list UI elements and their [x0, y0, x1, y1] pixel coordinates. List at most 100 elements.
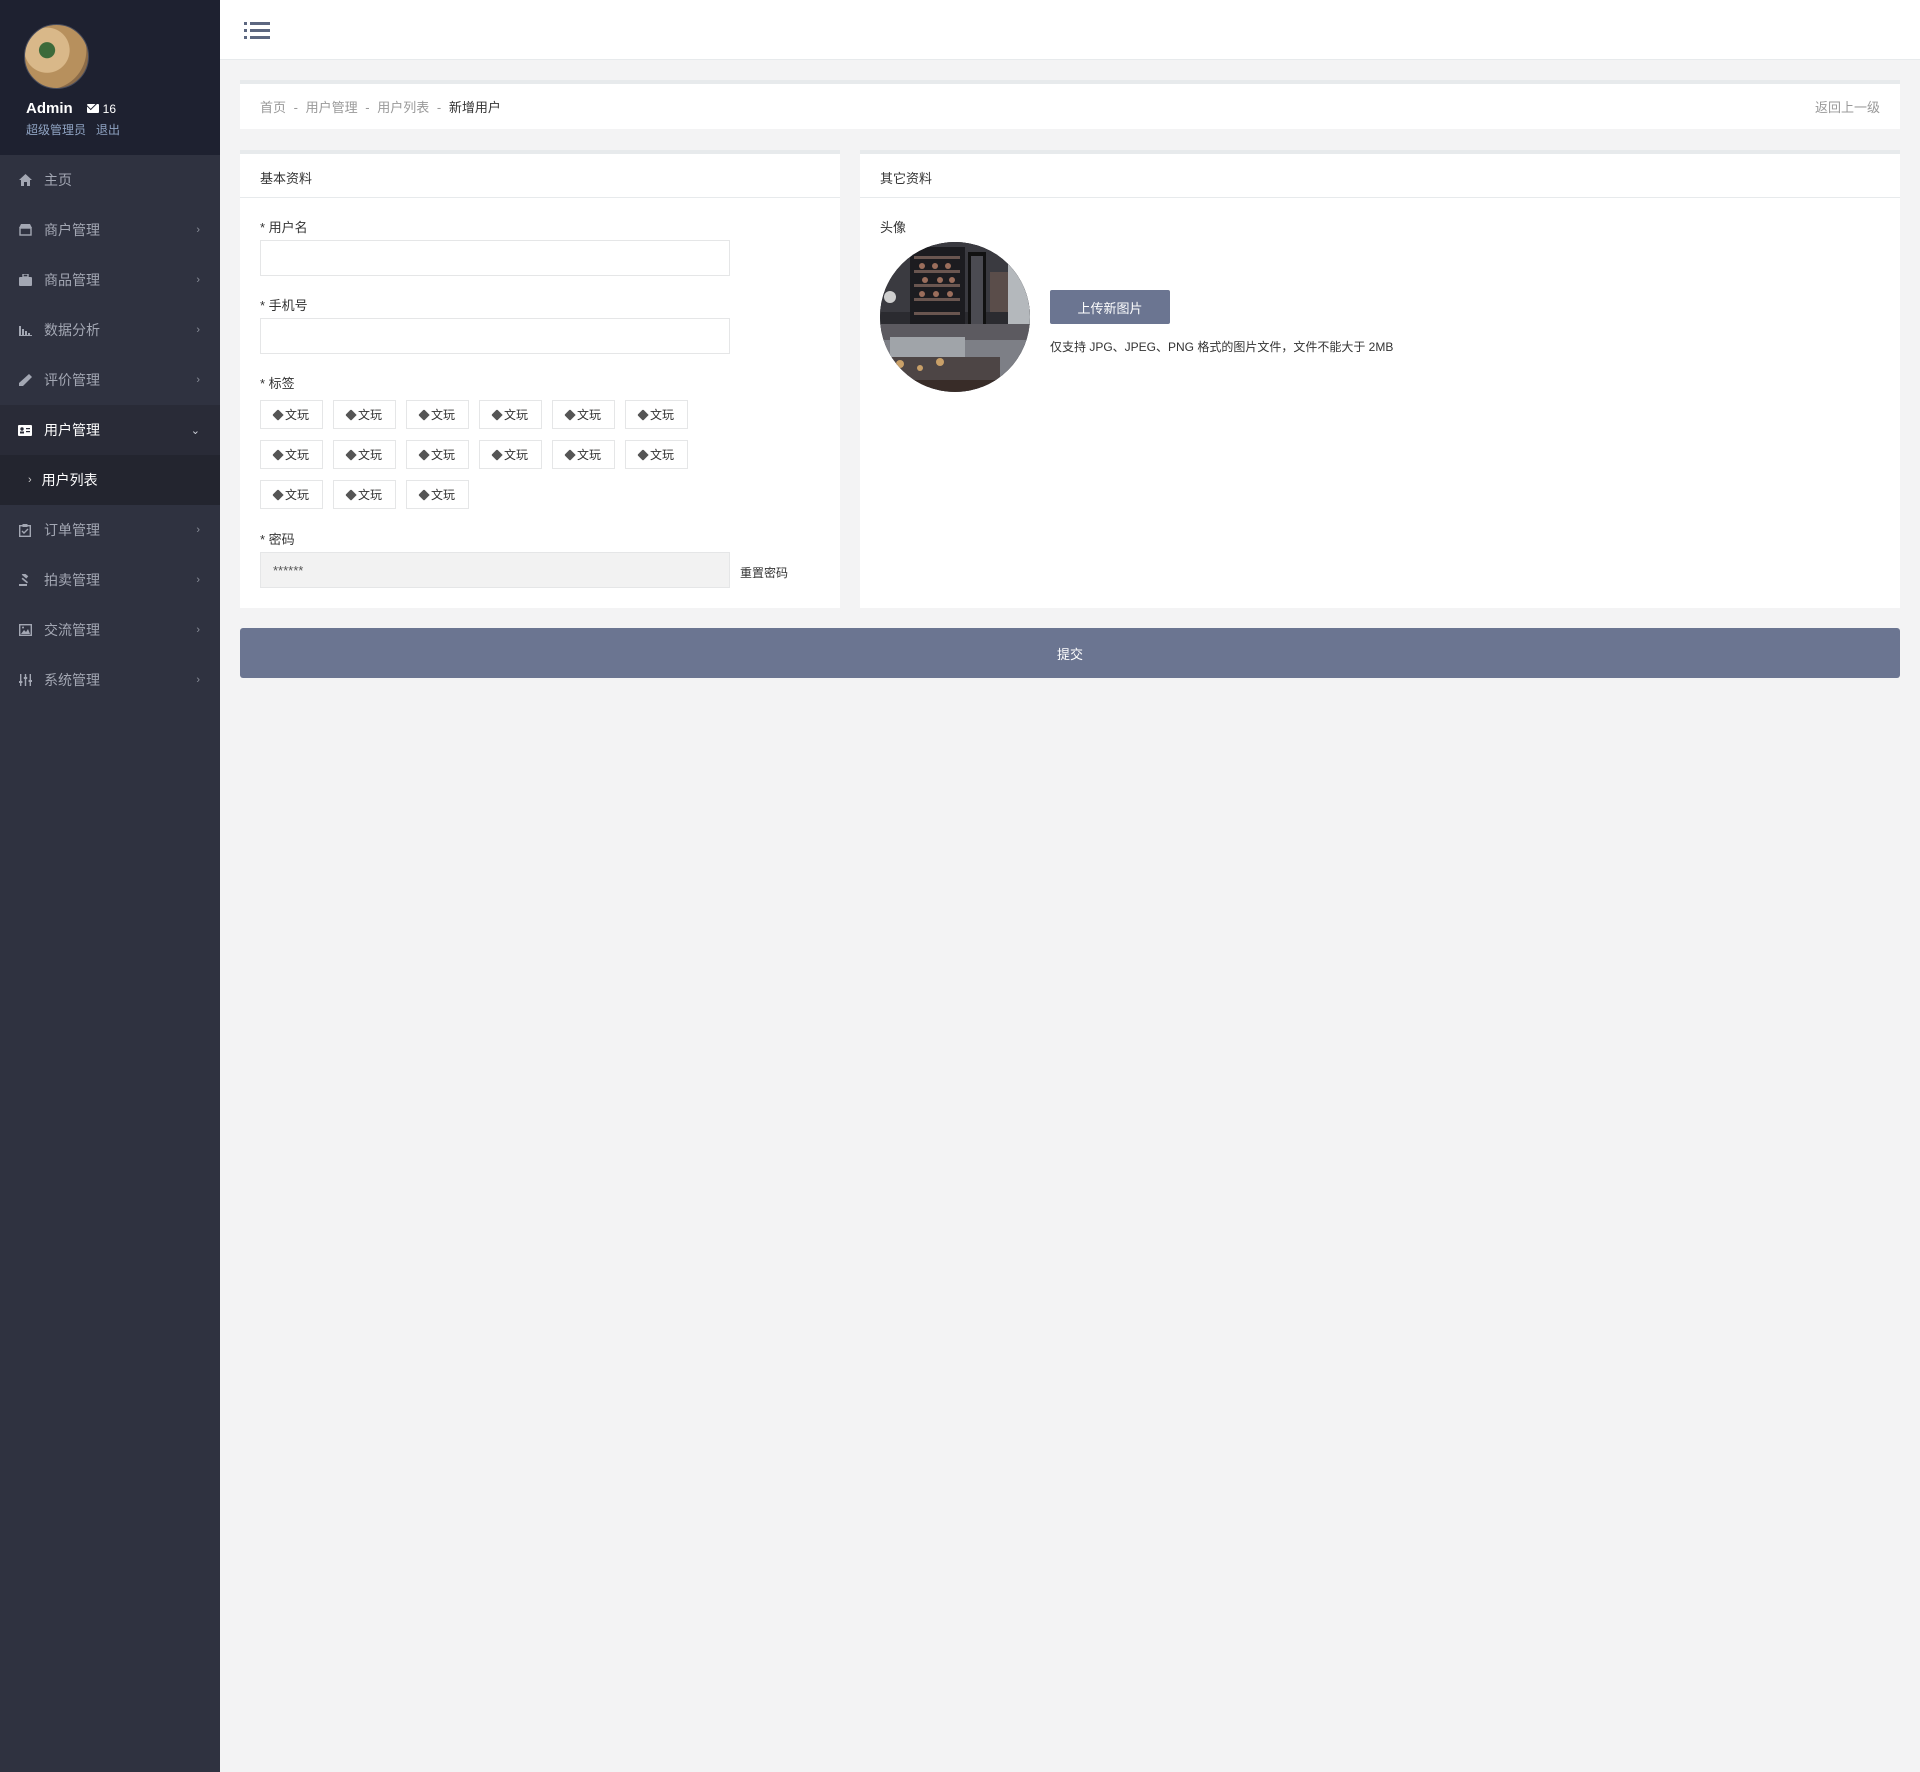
tag-item[interactable]: 文玩 [333, 480, 396, 509]
tag-icon [418, 448, 430, 461]
tag-item[interactable]: 文玩 [406, 440, 469, 469]
pencil-icon [18, 373, 32, 387]
chevron-right-icon: › [196, 574, 200, 586]
tag-icon [491, 408, 503, 421]
sidebar-item-label: 商户管理 [44, 222, 100, 238]
tag-icon [345, 448, 357, 461]
breadcrumb-home[interactable]: 首页 [260, 100, 286, 115]
tag-item[interactable]: 文玩 [333, 400, 396, 429]
tag-icon [637, 448, 649, 461]
sidebar-item-label: 订单管理 [44, 522, 100, 538]
chevron-right-icon: › [196, 524, 200, 536]
tag-icon [272, 488, 284, 501]
sidebar-subitem-label: 用户列表 [41, 472, 98, 488]
breadcrumb-current: 新增用户 [448, 100, 501, 115]
chevron-right-icon: › [196, 224, 200, 236]
reset-password-link[interactable]: 重置密码 [740, 564, 788, 581]
sidebar-item-system[interactable]: 系统管理 › [0, 655, 220, 705]
mail-badge[interactable]: 16 [86, 102, 116, 116]
sidebar-item-community[interactable]: 交流管理 › [0, 605, 220, 655]
tag-item[interactable]: 文玩 [406, 400, 469, 429]
avatar-preview [880, 242, 1030, 392]
upload-image-button[interactable]: 上传新图片 [1050, 290, 1170, 324]
tags-label: * 标签 [260, 376, 295, 391]
back-link[interactable]: 返回上一级 [1815, 97, 1880, 116]
menu-toggle-icon[interactable] [244, 22, 270, 40]
logout-link[interactable]: 退出 [96, 121, 120, 138]
tag-item[interactable]: 文玩 [552, 400, 615, 429]
chevron-right-icon: › [196, 324, 200, 336]
phone-input[interactable] [260, 318, 730, 354]
store-icon [18, 223, 32, 237]
sidebar-item-label: 数据分析 [44, 322, 100, 338]
avatar[interactable] [24, 24, 89, 89]
other-info-panel: 其它资料 头像 上传新图片 仅支持 JPG、JPEG、PNG 格式的图片文件，文… [860, 150, 1900, 608]
sidebar-item-reviews[interactable]: 评价管理 › [0, 355, 220, 405]
tag-item[interactable]: 文玩 [625, 400, 688, 429]
sidebar-item-merchant[interactable]: 商户管理 › [0, 205, 220, 255]
sidebar-item-label: 用户管理 [44, 422, 100, 438]
sidebar-item-label: 评价管理 [44, 372, 100, 388]
chevron-down-icon: ⌄ [190, 424, 200, 437]
tag-item[interactable]: 文玩 [406, 480, 469, 509]
breadcrumb-user-list[interactable]: 用户列表 [377, 100, 429, 115]
chevron-right-icon: › [196, 674, 200, 686]
sidebar-item-users[interactable]: 用户管理 ⌄ [0, 405, 220, 455]
chevron-right-icon: › [196, 374, 200, 386]
avatar-label: 头像 [880, 220, 907, 235]
tag-icon [272, 408, 284, 421]
gavel-icon [18, 573, 32, 587]
image-icon [18, 623, 32, 637]
tag-icon [564, 448, 576, 461]
sidebar-item-analytics[interactable]: 数据分析 › [0, 305, 220, 355]
panel-title: 其它资料 [860, 154, 1900, 198]
chevron-right-icon: › [196, 274, 200, 286]
sidebar-menu: 主页 商户管理 › 商品管理 › 数据分析 › 评价管理 › 用户管理 ⌄ › … [0, 155, 220, 705]
tag-item[interactable]: 文玩 [479, 440, 542, 469]
sidebar-item-label: 交流管理 [44, 622, 100, 638]
tag-item[interactable]: 文玩 [260, 400, 323, 429]
id-card-icon [18, 423, 32, 437]
tag-icon [491, 448, 503, 461]
tag-item[interactable]: 文玩 [260, 440, 323, 469]
tag-item[interactable]: 文玩 [552, 440, 615, 469]
tag-icon [418, 488, 430, 501]
tag-item[interactable]: 文玩 [625, 440, 688, 469]
tag-icon [418, 408, 430, 421]
sidebar-item-goods[interactable]: 商品管理 › [0, 255, 220, 305]
sliders-icon [18, 673, 32, 687]
sidebar-item-auction[interactable]: 拍卖管理 › [0, 555, 220, 605]
breadcrumb-separator: - [293, 100, 298, 115]
tag-item[interactable]: 文玩 [333, 440, 396, 469]
sidebar-item-label: 拍卖管理 [44, 572, 100, 588]
tag-icon [345, 408, 357, 421]
home-icon [18, 173, 32, 187]
breadcrumb-user-management[interactable]: 用户管理 [306, 100, 358, 115]
sidebar-item-orders[interactable]: 订单管理 › [0, 505, 220, 555]
mail-icon [86, 104, 99, 113]
profile-role: 超级管理员 [26, 123, 87, 137]
profile-name[interactable]: Admin [26, 100, 73, 117]
sidebar: Admin 16 超级管理员 退出 主页 商户管理 › 商品管理 › 数据分析 … [0, 0, 220, 1772]
panel-title: 基本资料 [240, 154, 840, 198]
sidebar-item-label: 主页 [44, 172, 72, 188]
breadcrumb-separator: - [436, 100, 442, 115]
submit-button[interactable]: 提交 [240, 628, 1900, 678]
profile-panel: Admin 16 超级管理员 退出 [0, 0, 220, 155]
sidebar-item-label: 商品管理 [44, 272, 100, 288]
chevron-right-icon: › [28, 474, 32, 486]
basic-info-panel: 基本资料 * 用户名 * 手机号 * 标签 文玩 文玩 文玩 文玩 文玩 文玩 … [240, 150, 840, 608]
briefcase-icon [18, 273, 32, 287]
breadcrumb-separator: - [365, 100, 370, 115]
bar-chart-icon [18, 323, 32, 337]
top-navbar [220, 0, 1920, 60]
password-label: * 密码 [260, 532, 295, 547]
sidebar-item-home[interactable]: 主页 [0, 155, 220, 205]
breadcrumb-bar: 首页 - 用户管理 - 用户列表 - 新增用户 返回上一级 [240, 80, 1900, 129]
password-input[interactable] [260, 552, 730, 588]
sidebar-subitem-user-list[interactable]: › 用户列表 [0, 455, 220, 505]
tag-item[interactable]: 文玩 [479, 400, 542, 429]
phone-label: * 手机号 [260, 298, 308, 313]
tag-item[interactable]: 文玩 [260, 480, 323, 509]
username-input[interactable] [260, 240, 730, 276]
